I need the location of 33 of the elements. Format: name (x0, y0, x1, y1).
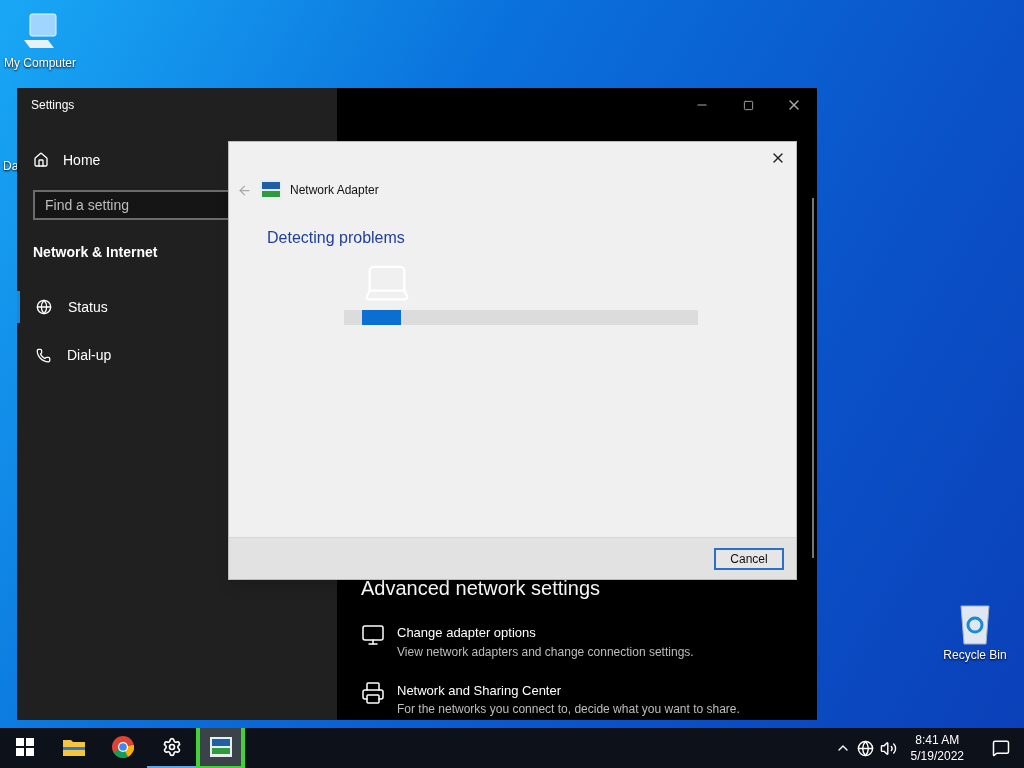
folder-icon (62, 738, 85, 756)
icon-label: My Computer (4, 55, 76, 72)
gear-icon (161, 737, 182, 757)
maximize-icon (742, 99, 754, 111)
icon-label: Recycle Bin (943, 647, 1007, 664)
section-heading: Network & Internet (33, 243, 159, 262)
icon-label: Da (3, 158, 19, 175)
notification-icon[interactable] (992, 739, 1010, 757)
cancel-button[interactable]: Cancel (714, 547, 784, 570)
browser-icon (111, 736, 134, 758)
taskbar-button[interactable] (196, 728, 245, 768)
network-adapter-icon (260, 180, 282, 200)
printer-icon (361, 680, 385, 705)
nav-item[interactable]: Dial-up (17, 339, 337, 371)
link-description: View network adapters and change connection settings. (397, 643, 694, 661)
network-icon[interactable] (856, 739, 874, 757)
section-heading: Advanced network settings (361, 576, 602, 601)
network-adapter-icon (209, 737, 232, 757)
link-description: For the networks you connect to, decide what you want to share. (397, 701, 740, 718)
dialog-heading: Detecting problems (267, 228, 406, 248)
phone-icon (36, 347, 51, 363)
window-title: Settings (31, 97, 75, 114)
link-title: Network and Sharing Center (397, 681, 563, 700)
globe-icon (36, 299, 52, 315)
home-icon (33, 152, 49, 168)
link-title: Change adapter options (397, 624, 537, 642)
settings-link[interactable]: Change adapter options View network adapters and change connection settings. (361, 623, 807, 661)
clock[interactable]: 8:41 AM 5/19/2022 (902, 732, 972, 764)
settings-link[interactable]: Network and Sharing Center For the networks you connect to, decide what you want to share. (361, 680, 807, 718)
volume-icon[interactable] (879, 739, 897, 757)
home-link[interactable]: Home (17, 144, 337, 176)
monitor-icon (361, 623, 385, 647)
windows-logo-icon (15, 738, 34, 756)
